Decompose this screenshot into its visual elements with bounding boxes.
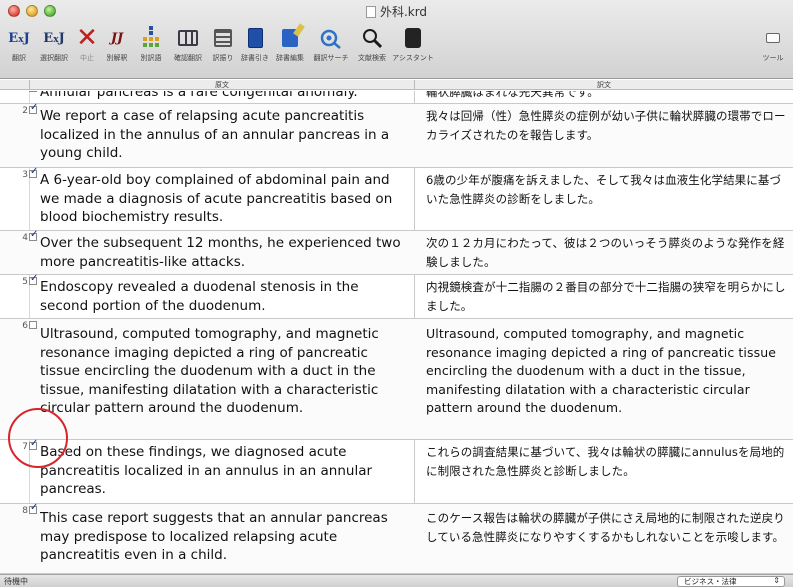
toolbar-assistant-button[interactable]: アシスタント [390, 24, 436, 70]
segment-checkbox[interactable] [29, 273, 38, 285]
segment-number: 4 [22, 233, 28, 243]
segment-checkbox[interactable] [29, 102, 38, 114]
segment-checkbox[interactable] [29, 321, 37, 329]
segment-row[interactable]: 4 Over the subsequent 12 months, he expe… [0, 229, 793, 275]
interlinear-icon [208, 24, 238, 52]
segment-number: 8 [22, 506, 28, 516]
translate-icon: ExJ [8, 30, 30, 46]
segment-number: 2 [22, 106, 28, 116]
dictionary-select-value: ビジネス・法律 [684, 577, 737, 586]
toolbar-literature-search-button[interactable]: 文献検索 [354, 24, 390, 70]
target-text[interactable]: このケース報告は輪状の膵臓が子供にさえ局地的に制限された逆戻りしている急性膵炎に… [426, 509, 791, 546]
segment-number: 6 [22, 321, 28, 331]
segment-row[interactable]: 1 Annular pancreas is a rare congenital … [0, 91, 793, 104]
target-text[interactable]: 内視鏡検査が十二指腸の２番目の部分で十二指腸の狭窄を明らかにしました。 [426, 278, 791, 315]
stop-icon: ✕ [76, 23, 98, 53]
segment-checkbox[interactable] [29, 91, 37, 92]
target-column-header[interactable]: 訳文 [414, 80, 793, 90]
window-chrome: 外科.krd ExJ 翻訳 ExJ 選択翻訳 ✕ 中止 JJ 別解釈 別訳語 確… [0, 0, 793, 79]
source-text[interactable]: Endoscopy revealed a duodenal stenosis i… [40, 278, 410, 315]
column-header-bar: 原文 訳文 [0, 80, 793, 90]
segment-row[interactable]: 8 This case report suggests that an annu… [0, 502, 793, 574]
target-text[interactable]: 6歳の少年が腹痛を訴えました、そして我々は血液生化学結果に基づいた急性膵炎の診断… [426, 171, 791, 208]
toolbar-dictionary-lookup-button[interactable]: 辞書引き [238, 24, 272, 70]
source-text[interactable]: Based on these findings, we diagnosed ac… [40, 443, 410, 499]
segment-checkbox[interactable] [29, 229, 38, 241]
toolbar-stop-button[interactable]: ✕ 中止 [74, 24, 100, 70]
segment-table: 1 Annular pancreas is a rare congenital … [0, 91, 793, 574]
segment-number-cell: 5 [0, 273, 38, 287]
segment-row[interactable]: 5 Endoscopy revealed a duodenal stenosis… [0, 273, 793, 319]
status-bar: 待機中 ビジネス・法律 ⇕ [0, 574, 793, 587]
toolbar-confirm-translation-button[interactable]: 確認翻訳 [168, 24, 208, 70]
target-text[interactable]: Ultrasound, computed tomography, and mag… [426, 325, 791, 418]
toolbar-dictionary-edit-button[interactable]: 辞書編集 [272, 24, 308, 70]
source-text[interactable]: Annular pancreas is a rare congenital an… [40, 91, 410, 102]
translation-search-icon [308, 24, 354, 52]
segment-number-cell: 4 [0, 229, 38, 243]
source-text[interactable]: Ultrasound, computed tomography, and mag… [40, 325, 410, 418]
segment-row[interactable]: 2 We report a case of relapsing acute pa… [0, 102, 793, 168]
target-text[interactable]: 我々は回帰（性）急性膵炎の症例が幼い子供に輪状膵臓の環帯でローカライズされたのを… [426, 107, 791, 144]
select-arrows-icon: ⇕ [773, 576, 780, 585]
dictionary-select[interactable]: ビジネス・法律 ⇕ [677, 576, 785, 587]
toolbar-alt-interpretation-button[interactable]: JJ 別解釈 [100, 24, 134, 70]
segment-row[interactable]: 6 Ultrasound, computed tomography, and m… [0, 319, 793, 440]
toolbar-interlinear-button[interactable]: 訳振り [208, 24, 238, 70]
literature-search-icon [354, 24, 390, 52]
dictionary-edit-icon [272, 24, 308, 52]
source-text[interactable]: We report a case of relapsing acute panc… [40, 107, 410, 163]
segment-number: 5 [22, 277, 28, 287]
segment-number-cell: 1 [0, 91, 38, 94]
toolbar-translation-search-button[interactable]: 翻訳サーチ [308, 24, 354, 70]
selection-translate-icon: ExJ [43, 30, 65, 46]
toolbar-selection-translate-button[interactable]: ExJ 選択翻訳 [34, 24, 74, 70]
source-text[interactable]: Over the subsequent 12 months, he experi… [40, 234, 410, 271]
document-icon [365, 6, 376, 18]
segment-number-cell: 6 [0, 321, 38, 331]
target-text[interactable]: これらの調査結果に基づいて、我々は輪状の膵臓にannulusを局地的に制限された… [426, 443, 791, 480]
segment-number-cell: 3 [0, 166, 38, 180]
status-text: 待機中 [4, 577, 28, 586]
segment-checkbox[interactable] [29, 502, 38, 514]
app-window: 外科.krd ExJ 翻訳 ExJ 選択翻訳 ✕ 中止 JJ 別解釈 別訳語 確… [0, 0, 793, 587]
segment-number: 3 [22, 170, 28, 180]
segment-row[interactable]: 7 Based on these findings, we diagnosed … [0, 438, 793, 504]
source-column-header[interactable]: 原文 [29, 80, 414, 90]
source-text[interactable]: This case report suggests that an annula… [40, 509, 410, 565]
alternative-interpretation-icon: JJ [110, 30, 124, 46]
highlight-circle-annotation [8, 408, 68, 468]
toolbar-translate-button[interactable]: ExJ 翻訳 [4, 24, 34, 70]
target-text[interactable]: 次の１２カ月にわたって、彼は２つのいっそう膵炎のような発作を経験しました。 [426, 234, 791, 271]
target-text[interactable]: 輪状膵臓はまれな先天異常です。 [426, 91, 791, 102]
confirm-translation-icon [168, 24, 208, 52]
segment-number-cell: 2 [0, 102, 38, 116]
segment-row[interactable]: 3 A 6-year-old boy complained of abdomin… [0, 166, 793, 231]
toolbar-alt-word-button[interactable]: 別訳語 [134, 24, 168, 70]
segment-number-cell: 8 [0, 502, 38, 516]
alternative-word-icon [134, 24, 168, 52]
source-text[interactable]: A 6-year-old boy complained of abdominal… [40, 171, 410, 227]
segment-number: 1 [22, 91, 28, 94]
dictionary-lookup-icon [238, 24, 272, 52]
assistant-icon [390, 24, 436, 52]
toolbar-toggle-icon [755, 24, 791, 52]
toolbar-tools-button[interactable]: ツール [755, 24, 791, 70]
segment-checkbox[interactable] [29, 166, 38, 178]
window-title: 外科.krd [0, 3, 793, 20]
